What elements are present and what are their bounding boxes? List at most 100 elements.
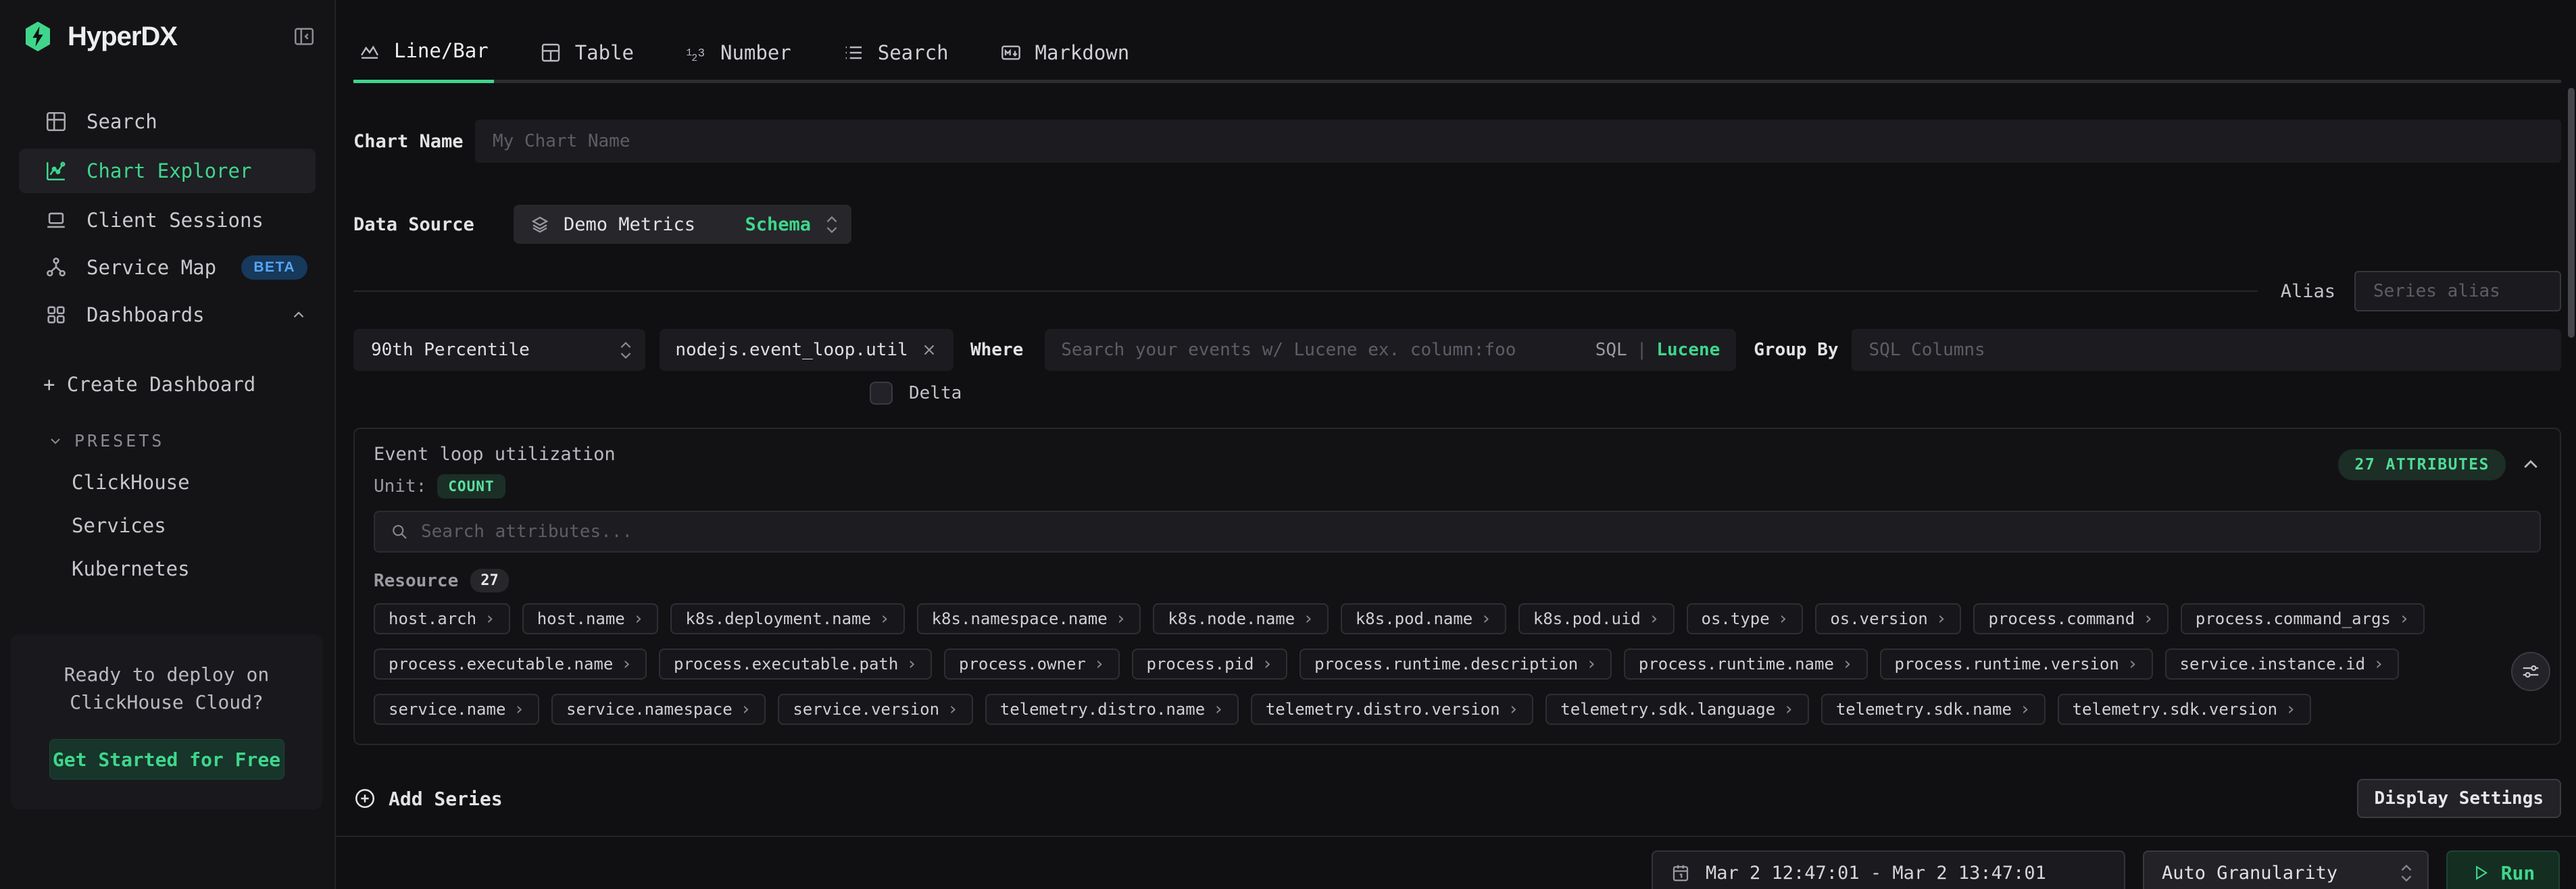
list-icon — [843, 42, 864, 63]
chevron-up-icon — [2521, 455, 2541, 475]
preset-item-services[interactable]: Services — [72, 514, 335, 537]
attribute-chip[interactable]: host.name › — [522, 603, 659, 634]
language-lucene-option[interactable]: Lucene — [1656, 340, 1720, 360]
tab-markdown[interactable]: Markdown — [995, 35, 1135, 83]
time-range-value: Mar 2 12:47:01 - Mar 2 13:47:01 — [1706, 863, 2046, 884]
attribute-chip[interactable]: telemetry.distro.name › — [985, 694, 1239, 725]
attribute-chip-label: process.executable.path — [674, 655, 898, 674]
attribute-chip-label: k8s.node.name — [1168, 609, 1295, 628]
sidebar-item-label: Dashboards — [86, 303, 205, 326]
attribute-chip[interactable]: process.executable.name › — [374, 649, 647, 680]
attribute-chip[interactable]: os.version › — [1815, 603, 1961, 634]
chart-type-tabs: Line/Bar Table 1 2 3 Number — [353, 35, 2561, 83]
display-settings-button[interactable]: Display Settings — [2357, 779, 2561, 818]
preset-item-kubernetes[interactable]: Kubernetes — [72, 557, 335, 580]
attribute-chip[interactable]: process.runtime.name › — [1624, 649, 1868, 680]
attribute-chip-label: host.arch — [389, 609, 476, 628]
chart-name-input[interactable] — [475, 120, 2561, 163]
add-series-button[interactable]: Add Series — [353, 787, 503, 810]
attribute-chip[interactable]: telemetry.sdk.version › — [2058, 694, 2311, 725]
attribute-chip[interactable]: k8s.deployment.name › — [670, 603, 904, 634]
plus-circle-icon — [353, 787, 376, 810]
group-by-input[interactable] — [1852, 329, 2561, 371]
attribute-chip[interactable]: process.owner › — [944, 649, 1120, 680]
attribute-chip[interactable]: process.runtime.version › — [1880, 649, 2153, 680]
where-input-wrap: SQL | Lucene — [1045, 329, 1736, 371]
area-chart-icon — [359, 40, 380, 61]
tab-label: Markdown — [1035, 41, 1130, 64]
attribute-chip[interactable]: process.runtime.description › — [1299, 649, 1612, 680]
chevron-right-icon: › — [1936, 610, 1947, 628]
where-search-input[interactable] — [1061, 340, 1587, 360]
aggregation-select[interactable]: 90th Percentile — [353, 329, 645, 371]
sidebar-item-search[interactable]: Search — [0, 101, 335, 142]
attribute-chip[interactable]: k8s.pod.name › — [1341, 603, 1506, 634]
language-sql-option[interactable]: SQL — [1595, 340, 1627, 360]
close-icon[interactable] — [920, 341, 938, 359]
get-started-button[interactable]: Get Started for Free — [49, 739, 284, 780]
attribute-chip[interactable]: k8s.pod.uid › — [1518, 603, 1675, 634]
attribute-chip-label: host.name — [537, 609, 625, 628]
delta-checkbox[interactable] — [870, 382, 893, 405]
resource-group-label: Resource — [374, 571, 458, 591]
tab-number[interactable]: 1 2 3 Number — [680, 35, 797, 83]
attribute-chip-label: telemetry.sdk.name — [1836, 700, 2012, 719]
attribute-chip[interactable]: host.arch › — [374, 603, 510, 634]
attributes-collapse-toggle[interactable]: 27 ATTRIBUTES — [2338, 449, 2541, 480]
chevron-right-icon: › — [741, 701, 751, 718]
markdown-icon — [1000, 42, 1022, 63]
attribute-chip[interactable]: process.executable.path › — [659, 649, 932, 680]
promo-text: Ready to deploy on ClickHouse Cloud? — [24, 661, 309, 716]
attribute-chip[interactable]: os.type › — [1687, 603, 1804, 634]
brand-row: HyperDX — [0, 0, 335, 53]
sidebar-item-service-map[interactable]: Service Map BETA — [0, 247, 335, 288]
metric-name: nodejs.event_loop.util — [675, 340, 908, 360]
chevron-right-icon: › — [1094, 655, 1105, 673]
hyperdx-logo-icon — [22, 20, 54, 53]
presets-header[interactable]: PRESETS — [47, 431, 335, 451]
data-source-select[interactable]: Demo Metrics Schema — [514, 205, 851, 244]
select-chevrons-icon — [618, 338, 633, 361]
tab-line-bar[interactable]: Line/Bar — [353, 35, 494, 83]
create-dashboard-button[interactable]: + Create Dashboard — [43, 373, 335, 396]
attribute-chip[interactable]: telemetry.distro.version › — [1251, 694, 1533, 725]
attribute-chip[interactable]: k8s.namespace.name › — [917, 603, 1141, 634]
collapse-sidebar-icon[interactable] — [293, 25, 316, 48]
attribute-chip-label: process.command — [1988, 609, 2135, 628]
data-source-row: Data Source Demo Metrics Schema — [353, 205, 2561, 244]
attribute-chip[interactable]: service.name › — [374, 694, 539, 725]
granularity-select[interactable]: Auto Granularity — [2143, 850, 2429, 889]
metric-attributes-panel: Event loop utilization Unit: COUNT 27 AT… — [353, 428, 2561, 745]
attribute-chip[interactable]: service.namespace › — [551, 694, 766, 725]
laptop-icon — [45, 209, 68, 232]
tab-search[interactable]: Search — [837, 35, 954, 83]
sidebar-item-chart-explorer[interactable]: Chart Explorer — [19, 149, 316, 193]
attribute-chip[interactable]: telemetry.sdk.name › — [1821, 694, 2046, 725]
attribute-chip[interactable]: k8s.node.name › — [1153, 603, 1329, 634]
attribute-chip[interactable]: process.command_args › — [2181, 603, 2425, 634]
attribute-chip[interactable]: telemetry.sdk.language › — [1545, 694, 1809, 725]
attribute-chip[interactable]: service.instance.id › — [2165, 649, 2399, 680]
main-content: Line/Bar Table 1 2 3 Number — [336, 0, 2576, 889]
sidebar-item-dashboards[interactable]: Dashboards — [0, 295, 335, 335]
time-range-picker[interactable]: Mar 2 12:47:01 - Mar 2 13:47:01 — [1652, 850, 2125, 889]
beta-badge: BETA — [241, 255, 307, 280]
run-button[interactable]: Run — [2446, 850, 2560, 889]
metric-tag[interactable]: nodejs.event_loop.util — [660, 329, 953, 371]
select-chevrons-icon — [824, 213, 839, 236]
clickhouse-cloud-promo: Ready to deploy on ClickHouse Cloud? Get… — [11, 634, 322, 809]
schema-link[interactable]: Schema — [745, 214, 811, 235]
alias-row: Alias — [353, 271, 2561, 311]
preset-item-clickhouse[interactable]: ClickHouse — [72, 471, 335, 494]
attribute-chip[interactable]: process.pid › — [1132, 649, 1288, 680]
attribute-chip[interactable]: process.command › — [1973, 603, 2168, 634]
scrollbar-thumb[interactable] — [2568, 88, 2575, 338]
unit-badge: COUNT — [437, 474, 505, 499]
sidebar-item-client-sessions[interactable]: Client Sessions — [0, 200, 335, 240]
panel-options-fab[interactable] — [2511, 652, 2550, 691]
tab-table[interactable]: Table — [535, 35, 639, 83]
attribute-search-input[interactable] — [421, 522, 2525, 542]
attribute-chip[interactable]: service.version › — [778, 694, 972, 725]
brand-name: HyperDX — [68, 22, 177, 52]
series-alias-input[interactable] — [2354, 271, 2561, 311]
